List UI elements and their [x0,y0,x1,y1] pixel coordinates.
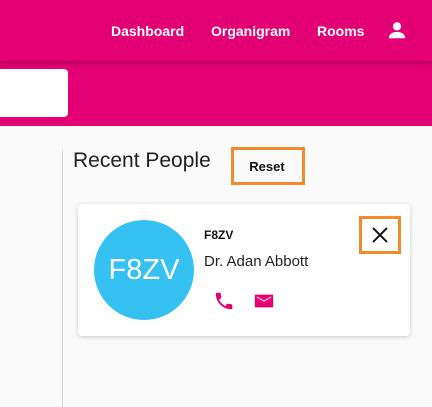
phone-icon[interactable] [213,290,235,312]
person-code: F8ZV [204,228,234,242]
mail-icon[interactable] [253,290,275,312]
sidebar-divider [62,150,63,407]
nav-rooms-link[interactable]: Rooms [317,0,364,61]
top-navigation-bar: Dashboard Organigram Rooms [0,0,432,61]
person-name: Dr. Adan Abbott [204,253,309,270]
nav-dashboard-link[interactable]: Dashboard [111,0,184,61]
nav-organigram-link[interactable]: Organigram [211,0,290,61]
avatar: F8ZV [94,220,194,320]
close-icon[interactable] [369,224,391,246]
page-title: Recent People [73,149,211,172]
search-input[interactable] [0,69,68,117]
account-icon[interactable] [386,19,408,41]
reset-button[interactable]: Reset [240,155,294,177]
search-header [0,61,432,126]
